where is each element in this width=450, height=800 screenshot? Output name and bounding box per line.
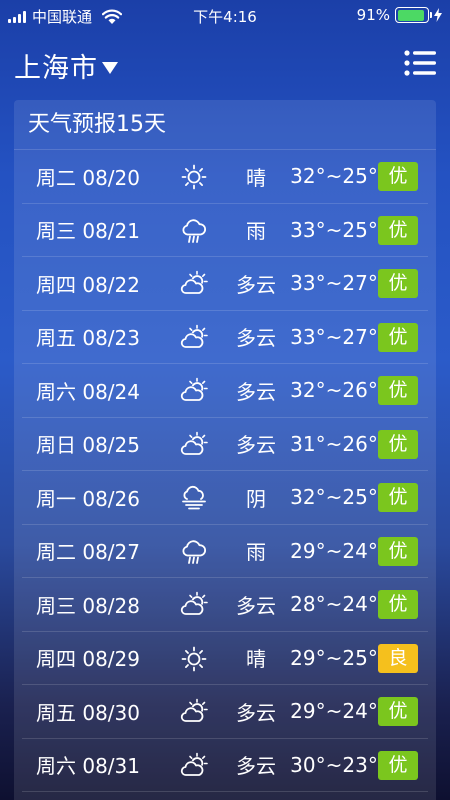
- city-selector[interactable]: 上海市: [14, 46, 118, 85]
- status-bar: 中国联通 下午4:16 91%: [0, 0, 450, 30]
- forecast-date: 周日 08/25: [36, 433, 140, 458]
- forecast-condition: 多云: [236, 272, 276, 297]
- forecast-condition: 多云: [236, 593, 276, 618]
- forecast-condition: 多云: [236, 433, 276, 458]
- signal-icon: [8, 10, 26, 23]
- carrier-name: 中国联通: [32, 8, 93, 26]
- aqi-badge: 优: [378, 269, 418, 298]
- forecast-row[interactable]: 周四 08/29 晴 29°~25° 良: [22, 632, 428, 685]
- forecast-condition: 多云: [236, 754, 276, 779]
- forecast-condition: 晴: [246, 647, 266, 672]
- forecast-condition: 雨: [246, 540, 266, 565]
- forecast-list[interactable]: 周二 08/20 晴 32°~25° 优周三 08/21 雨 33°~25° 优周四 0…: [14, 150, 436, 792]
- forecast-date: 周二 08/20: [36, 165, 140, 190]
- forecast-temperature: 31°~26°: [290, 431, 378, 456]
- forecast-card: 天气预报15天 周二 08/20 晴 32°~25° 优周三 08/21 雨 33°~…: [14, 100, 436, 800]
- charging-icon: [434, 8, 442, 22]
- partly-cloudy-icon: [180, 591, 208, 619]
- forecast-row[interactable]: 周六 08/31 多云 30°~23° 优: [22, 739, 428, 792]
- forecast-condition: 多云: [236, 379, 276, 404]
- forecast-date: 周四 08/29: [36, 647, 140, 672]
- forecast-temperature: 32°~25°: [290, 164, 378, 189]
- aqi-badge: 优: [378, 697, 418, 726]
- forecast-date: 周五 08/23: [36, 326, 140, 351]
- battery-percent: 91%: [356, 6, 390, 24]
- aqi-badge: 优: [378, 376, 418, 405]
- forecast-row[interactable]: 周三 08/28 多云 28°~24° 优: [22, 578, 428, 632]
- forecast-condition: 阴: [246, 486, 266, 511]
- rain-icon: [180, 538, 208, 566]
- partly-cloudy-icon: [180, 270, 208, 298]
- battery-fill: [397, 9, 424, 21]
- status-right: 91%: [357, 6, 442, 24]
- partly-cloudy-icon: [180, 752, 208, 780]
- forecast-temperature: 33°~27°: [290, 324, 378, 349]
- forecast-condition: 多云: [236, 326, 276, 351]
- battery-icon: [395, 7, 432, 23]
- forecast-temperature: 28°~24°: [290, 592, 378, 617]
- sun-icon: [180, 645, 208, 673]
- forecast-temperature: 33°~27°: [290, 271, 378, 296]
- forecast-temperature: 33°~25°: [290, 217, 378, 242]
- card-title: 天气预报15天: [14, 100, 436, 150]
- forecast-condition: 晴: [246, 165, 266, 190]
- forecast-temperature: 29°~25°: [290, 645, 378, 670]
- partly-cloudy-icon: [180, 431, 208, 459]
- forecast-condition: 多云: [236, 700, 276, 725]
- aqi-badge: 优: [378, 750, 418, 780]
- overcast-icon: [180, 484, 208, 512]
- menu-list-icon[interactable]: [404, 49, 436, 77]
- status-left: 中国联通: [8, 6, 123, 27]
- aqi-badge: 优: [378, 429, 418, 459]
- aqi-badge: 优: [378, 536, 418, 566]
- sun-icon: [180, 163, 208, 191]
- wifi-icon: [102, 9, 123, 24]
- partly-cloudy-icon: [180, 377, 208, 405]
- forecast-row[interactable]: 周二 08/20 晴 32°~25° 优: [22, 150, 428, 204]
- aqi-badge: 优: [378, 483, 418, 512]
- city-name: 上海市: [14, 53, 98, 84]
- forecast-date: 周六 08/24: [36, 379, 140, 404]
- aqi-badge: 优: [378, 590, 418, 619]
- forecast-date: 周三 08/28: [36, 593, 140, 618]
- partly-cloudy-icon: [180, 324, 208, 352]
- forecast-date: 周一 08/26: [36, 486, 140, 511]
- forecast-row[interactable]: 周五 08/23 多云 33°~27° 优: [22, 311, 428, 364]
- forecast-condition: 雨: [246, 219, 266, 244]
- forecast-date: 周二 08/27: [36, 540, 140, 565]
- caret-down-icon: [102, 61, 118, 74]
- forecast-row[interactable]: 周四 08/22 多云 33°~27° 优: [22, 257, 428, 311]
- forecast-temperature: 32°~26°: [290, 378, 378, 403]
- forecast-row[interactable]: 周一 08/26 阴 32°~25° 优: [22, 471, 428, 525]
- aqi-badge: 优: [378, 215, 418, 245]
- forecast-row[interactable]: 周五 08/30 多云 29°~24° 优: [22, 685, 428, 739]
- forecast-row[interactable]: 周二 08/27 雨 29°~24° 优: [22, 525, 428, 578]
- forecast-row[interactable]: 周日 08/25 多云 31°~26° 优: [22, 418, 428, 471]
- forecast-row[interactable]: 周六 08/24 多云 32°~26° 优: [22, 364, 428, 418]
- aqi-badge: 良: [378, 643, 418, 673]
- forecast-date: 周四 08/22: [36, 272, 140, 297]
- forecast-temperature: 32°~25°: [290, 485, 378, 510]
- forecast-date: 周三 08/21: [36, 219, 140, 244]
- forecast-temperature: 29°~24°: [290, 699, 378, 724]
- forecast-row[interactable]: 周三 08/21 雨 33°~25° 优: [22, 204, 428, 257]
- aqi-badge: 优: [378, 162, 418, 191]
- forecast-date: 周六 08/31: [36, 754, 140, 779]
- partly-cloudy-icon: [180, 698, 208, 726]
- forecast-temperature: 29°~24°: [290, 538, 378, 563]
- rain-icon: [180, 217, 208, 245]
- aqi-badge: 优: [378, 322, 418, 352]
- forecast-date: 周五 08/30: [36, 700, 140, 725]
- forecast-temperature: 30°~23°: [290, 752, 378, 777]
